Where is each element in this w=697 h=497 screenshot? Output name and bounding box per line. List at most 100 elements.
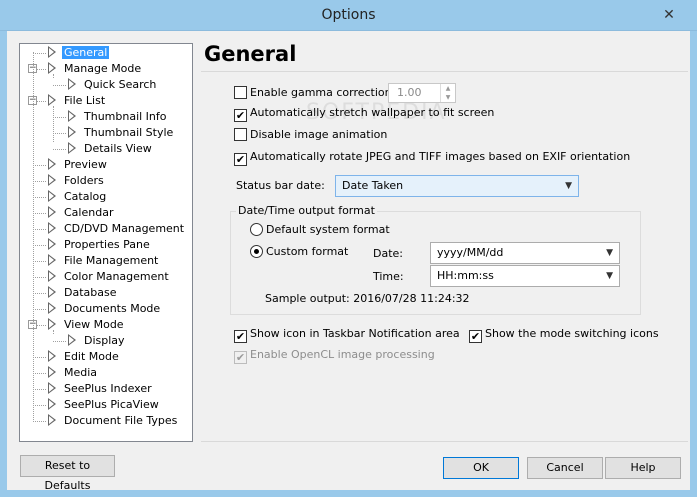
tree-connector [33, 405, 46, 406]
tree-child-spine [53, 74, 54, 78]
time-format-input[interactable]: HH:mm:ss ▼ [430, 265, 620, 287]
options-tree[interactable]: General − Manage Mode Quick Search − File Lis… [19, 43, 193, 442]
tree-child-spine [53, 330, 54, 334]
animation-option[interactable]: Disable image animation [234, 128, 387, 144]
tree-item-details-view[interactable]: Details View [68, 141, 154, 157]
tree-item-label: Thumbnail Style [84, 126, 174, 139]
gamma-spinner[interactable]: 1.00 ▲ ▼ [388, 83, 456, 103]
custom-format-radio[interactable] [250, 245, 263, 258]
tree-item-document-file-types[interactable]: Document File Types [48, 413, 179, 429]
gamma-option[interactable]: Enable gamma correction: [234, 86, 395, 102]
cancel-button[interactable]: Cancel [527, 457, 603, 479]
help-button[interactable]: Help [605, 457, 681, 479]
tree-item-color-management[interactable]: Color Management [48, 269, 171, 285]
tree-item-thumbnail-info[interactable]: Thumbnail Info [68, 109, 169, 125]
tree-connector [33, 197, 46, 198]
tree-item-display[interactable]: Display [68, 333, 127, 349]
tree-item-seeplus-picaview[interactable]: SeePlus PicaView [48, 397, 161, 413]
tree-item-properties-pane[interactable]: Properties Pane [48, 237, 152, 253]
tree-item-cd-dvd-management[interactable]: CD/DVD Management [48, 221, 186, 237]
mode-icons-option[interactable]: ✔ Show the mode switching icons [469, 327, 659, 343]
tree-arrow-icon [48, 190, 57, 202]
mode-icons-checkbox[interactable]: ✔ [469, 330, 482, 343]
tree-arrow-icon [68, 126, 77, 138]
tree-item-file-management[interactable]: File Management [48, 253, 160, 269]
tree-item-folders[interactable]: Folders [48, 173, 106, 189]
default-format-label: Default system format [266, 223, 390, 236]
status-bar-date-value: Date Taken [342, 179, 404, 192]
tree-item-catalog[interactable]: Catalog [48, 189, 108, 205]
tree-connector [33, 229, 46, 230]
tree-connector [53, 85, 66, 86]
tree-item-quick-search[interactable]: Quick Search [68, 77, 158, 93]
chevron-down-icon[interactable]: ▼ [606, 243, 613, 263]
tree-item-calendar[interactable]: Calendar [48, 205, 115, 221]
status-bar-date-select[interactable]: Date Taken ▼ [335, 175, 579, 197]
tree-arrow-icon [48, 254, 57, 266]
tree-item-general[interactable]: General [48, 45, 110, 61]
rotate-option[interactable]: ✔ Automatically rotate JPEG and TIFF imag… [234, 150, 630, 166]
date-format-value: yyyy/MM/dd [437, 246, 504, 259]
tree-connector [53, 149, 66, 150]
time-label: Time: [373, 270, 404, 283]
tree-item-label: Calendar [64, 206, 114, 219]
chevron-down-icon[interactable]: ▼ [606, 266, 613, 286]
tree-item-preview[interactable]: Preview [48, 157, 109, 173]
tree-item-label: Manage Mode [64, 62, 142, 75]
tree-item-edit-mode[interactable]: Edit Mode [48, 349, 121, 365]
spin-up-icon[interactable]: ▲ [441, 84, 455, 93]
stretch-checkbox[interactable]: ✔ [234, 109, 247, 122]
rotate-checkbox[interactable]: ✔ [234, 153, 247, 166]
tree-item-media[interactable]: Media [48, 365, 99, 381]
tree-item-label: File Management [64, 254, 159, 267]
tree-connector [33, 181, 46, 182]
tree-arrow-icon [48, 286, 57, 298]
tree-arrow-icon [48, 414, 57, 426]
taskbar-option[interactable]: ✔ Show icon in Taskbar Notification area [234, 327, 460, 343]
gamma-checkbox[interactable] [234, 86, 247, 99]
tree-arrow-icon [48, 350, 57, 362]
tree-arrow-icon [48, 398, 57, 410]
tree-item-label: View Mode [64, 318, 124, 331]
tree-item-database[interactable]: Database [48, 285, 119, 301]
animation-checkbox[interactable] [234, 128, 247, 141]
tree-item-label: Color Management [64, 270, 169, 283]
default-format-radio[interactable] [250, 223, 263, 236]
taskbar-checkbox[interactable]: ✔ [234, 330, 247, 343]
tree-item-manage-mode[interactable]: Manage Mode [48, 61, 143, 77]
tree-connector [33, 53, 46, 54]
tree-connector [33, 309, 46, 310]
custom-format-option[interactable]: Custom format [250, 245, 348, 261]
default-format-option[interactable]: Default system format [250, 223, 390, 239]
rotate-label: Automatically rotate JPEG and TIFF image… [250, 150, 631, 163]
tree-arrow-icon [48, 366, 57, 378]
tree-arrow-icon [48, 174, 57, 186]
ok-button[interactable]: OK [443, 457, 519, 479]
tree-item-documents-mode[interactable]: Documents Mode [48, 301, 162, 317]
tree-item-seeplus-indexer[interactable]: SeePlus Indexer [48, 381, 154, 397]
tree-item-thumbnail-style[interactable]: Thumbnail Style [68, 125, 175, 141]
tree-item-label: Details View [84, 142, 152, 155]
tree-item-label: Preview [64, 158, 107, 171]
tree-child-spine [53, 106, 54, 142]
reset-defaults-button[interactable]: Reset to Defaults [20, 455, 115, 492]
status-bar-date-label: Status bar date: [236, 179, 325, 192]
button-divider [201, 441, 688, 442]
tree-item-label: Document File Types [64, 414, 178, 427]
tree-item-label: Properties Pane [64, 238, 150, 251]
tree-item-label: SeePlus Indexer [64, 382, 152, 395]
tree-connector [33, 421, 46, 422]
datetime-group-title: Date/Time output format [236, 204, 377, 217]
tree-item-file-list[interactable]: File List [48, 93, 107, 109]
tree-item-label: Edit Mode [64, 350, 119, 363]
tree-item-view-mode[interactable]: View Mode [48, 317, 126, 333]
stretch-option[interactable]: ✔ Automatically stretch wallpaper to fit … [234, 106, 494, 122]
spin-down-icon[interactable]: ▼ [441, 93, 455, 102]
gamma-spin-buttons[interactable]: ▲ ▼ [440, 84, 455, 102]
opencl-label: Enable OpenCL image processing [250, 348, 435, 361]
close-icon[interactable]: ✕ [659, 5, 679, 25]
stretch-label: Automatically stretch wallpaper to fit s… [250, 106, 495, 119]
tree-item-label: Quick Search [84, 78, 157, 91]
date-format-input[interactable]: yyyy/MM/dd ▼ [430, 242, 620, 264]
tree-item-label: Thumbnail Info [84, 110, 167, 123]
